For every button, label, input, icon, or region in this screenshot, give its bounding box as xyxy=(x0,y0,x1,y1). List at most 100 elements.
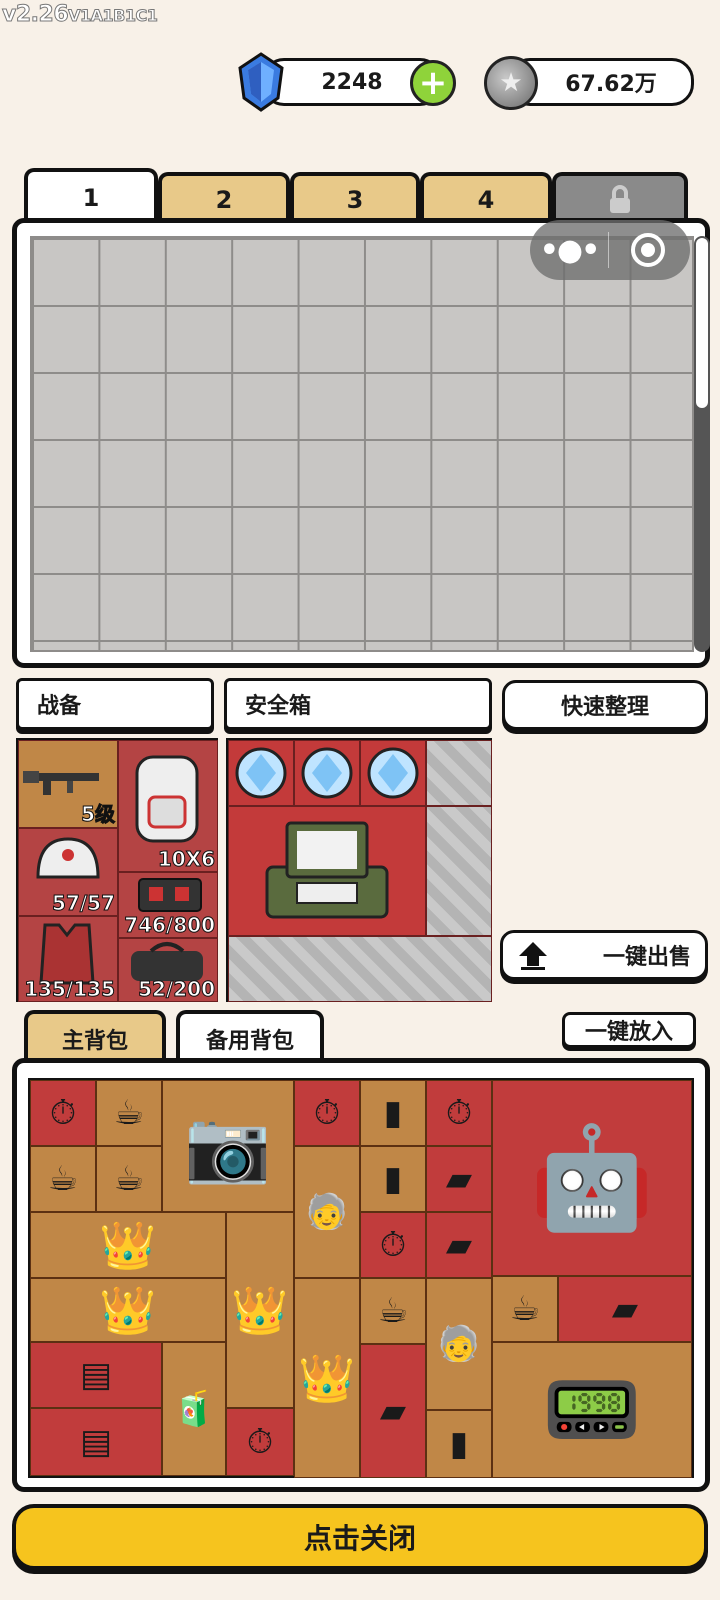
pocket-watch-item[interactable]: ⏱ xyxy=(294,1080,360,1146)
weapon-slot[interactable]: 5级 xyxy=(18,740,118,828)
crown-item[interactable]: 👑 xyxy=(30,1212,226,1278)
coffee-cup-icon: ☕ xyxy=(509,1289,541,1329)
tab-spare-backpack[interactable]: 备用背包 xyxy=(176,1010,324,1064)
crown-icon: 👑 xyxy=(298,1350,356,1405)
diamond-icon xyxy=(367,747,419,799)
coffee-cup-item[interactable]: ☕ xyxy=(96,1080,162,1146)
gem-amount: 2248 xyxy=(321,69,383,95)
crown-item[interactable]: 👑 xyxy=(30,1278,226,1342)
gold-bar-item[interactable]: ▰ xyxy=(426,1146,492,1212)
radio-item[interactable]: 📟 xyxy=(492,1342,692,1478)
gold-bar-item[interactable]: ▰ xyxy=(426,1212,492,1278)
more-icon[interactable]: •●• xyxy=(530,233,608,268)
robot-icon: 🤖 xyxy=(529,1119,655,1236)
sell-all-button[interactable]: 一键出售 xyxy=(500,930,708,980)
tab-label: 1 xyxy=(82,184,100,212)
version-number: v2.26 xyxy=(1,2,69,28)
locked-slot xyxy=(426,806,492,936)
stash-scroll-thumb[interactable] xyxy=(696,238,708,408)
pocket-watch-icon: ⏱ xyxy=(445,1093,473,1133)
phone-item[interactable]: ▮ xyxy=(360,1146,426,1212)
quick-sort-label: 快速整理 xyxy=(560,695,649,720)
gold-bar-item[interactable]: ▰ xyxy=(558,1276,692,1342)
tab-main-backpack[interactable]: 主背包 xyxy=(24,1010,166,1064)
backpack-grid: ⏱ ☕ 📷 ⏱ ▮ ⏱ 🤖 ☕ ☕ 🧓 ▮ ▰ 👑 👑 ⏱ ▰ 👑 👑 ☕ 🧓 … xyxy=(28,1078,694,1478)
gpu-item[interactable]: ▤ xyxy=(30,1408,162,1476)
bag-capacity: 52/200 xyxy=(138,977,216,1002)
close-miniprogram-icon[interactable] xyxy=(631,233,665,267)
pocket-watch-item[interactable]: ⏱ xyxy=(360,1212,426,1278)
equipment-label-text: 战备 xyxy=(37,694,82,719)
stash-grid[interactable] xyxy=(30,236,694,652)
gold-bar-icon: ▰ xyxy=(379,1391,407,1431)
coffee-cup-icon: ☕ xyxy=(47,1159,79,1199)
backpack-size: 10X6 xyxy=(157,847,215,872)
helmet-icon xyxy=(36,837,100,879)
diamond-icon xyxy=(235,747,287,799)
equipment-panel: 5级 10X6 57/57 746/800 135/135 52/200 xyxy=(16,738,218,1002)
coffee-cup-item[interactable]: ☕ xyxy=(96,1146,162,1212)
crown-icon: 👑 xyxy=(231,1282,289,1337)
put-all-button[interactable]: 一键放入 xyxy=(562,1012,696,1048)
diamond-item[interactable] xyxy=(360,740,426,806)
figurine-icon: 🧓 xyxy=(305,1192,349,1232)
crown-icon: 👑 xyxy=(99,1282,157,1337)
version-label: v2.26V1A1B1C1 xyxy=(1,2,158,28)
stash-tab-3[interactable]: 3 xyxy=(290,172,420,224)
pocket-watch-item[interactable]: ⏱ xyxy=(30,1080,96,1146)
bag-slot[interactable]: 52/200 xyxy=(118,938,218,1002)
figurine-item[interactable]: 🧓 xyxy=(426,1278,492,1410)
gem-icon xyxy=(238,52,284,112)
stash-tab-1[interactable]: 1 xyxy=(24,168,158,224)
pocket-watch-item[interactable]: ⏱ xyxy=(426,1080,492,1146)
phone-icon: ▮ xyxy=(383,1159,403,1199)
gold-bar-item[interactable]: ▰ xyxy=(360,1344,426,1478)
stash-tab-4[interactable]: 4 xyxy=(420,172,552,224)
armor-durability: 135/135 xyxy=(24,977,116,1002)
camera-icon: 📷 xyxy=(184,1104,272,1187)
close-button[interactable]: 点击关闭 xyxy=(12,1504,708,1570)
gold-bar-icon: ▰ xyxy=(611,1289,639,1329)
tab-label: 4 xyxy=(477,186,495,214)
camera-item[interactable]: 📷 xyxy=(162,1080,294,1212)
lock-icon xyxy=(610,185,630,213)
robot-item[interactable]: 🤖 xyxy=(492,1080,692,1276)
capsule-divider xyxy=(608,232,609,268)
laptop-item[interactable] xyxy=(228,806,426,936)
locked-slot xyxy=(228,936,492,1002)
armor-slot[interactable]: 135/135 xyxy=(18,916,118,1002)
tab-label: 主背包 xyxy=(61,1029,128,1054)
pocket-watch-icon: ⏱ xyxy=(379,1225,407,1265)
figurine-item[interactable]: 🧓 xyxy=(294,1146,360,1278)
gpu-item[interactable]: ▤ xyxy=(30,1342,162,1408)
coffee-cup-item[interactable]: ☕ xyxy=(492,1276,558,1342)
pocket-watch-item[interactable]: ⏱ xyxy=(226,1408,294,1476)
safe-box-label-text: 安全箱 xyxy=(245,694,312,719)
tab-label: 2 xyxy=(215,186,233,214)
juice-box-item[interactable]: 🧃 xyxy=(162,1342,226,1476)
stash-tab-2[interactable]: 2 xyxy=(158,172,290,224)
tab-label: 3 xyxy=(346,186,364,214)
phone-item[interactable]: ▮ xyxy=(426,1410,492,1478)
quick-sort-button[interactable]: 快速整理 xyxy=(502,680,708,730)
add-gems-button[interactable]: + xyxy=(410,60,456,106)
case-slot[interactable]: 746/800 xyxy=(118,872,218,938)
weapon-level: 5级 xyxy=(81,802,116,827)
coffee-cup-item[interactable]: ☕ xyxy=(30,1146,96,1212)
stash-tab-locked[interactable] xyxy=(552,172,688,224)
phone-icon: ▮ xyxy=(449,1424,469,1464)
crown-item[interactable]: 👑 xyxy=(226,1212,294,1408)
pocket-watch-icon: ⏱ xyxy=(246,1422,274,1462)
helmet-slot[interactable]: 57/57 xyxy=(18,828,118,916)
diamond-item[interactable] xyxy=(294,740,360,806)
coffee-cup-icon: ☕ xyxy=(377,1291,409,1331)
crown-item[interactable]: 👑 xyxy=(294,1278,360,1478)
case-capacity: 746/800 xyxy=(124,913,216,938)
backpack-slot[interactable]: 10X6 xyxy=(118,740,218,872)
diamond-item[interactable] xyxy=(228,740,294,806)
coffee-cup-item[interactable]: ☕ xyxy=(360,1278,426,1344)
coin-amount: 67.62万 xyxy=(565,72,657,97)
coin-icon: ★ xyxy=(484,56,538,110)
tab-label: 备用背包 xyxy=(205,1029,294,1054)
phone-item[interactable]: ▮ xyxy=(360,1080,426,1146)
